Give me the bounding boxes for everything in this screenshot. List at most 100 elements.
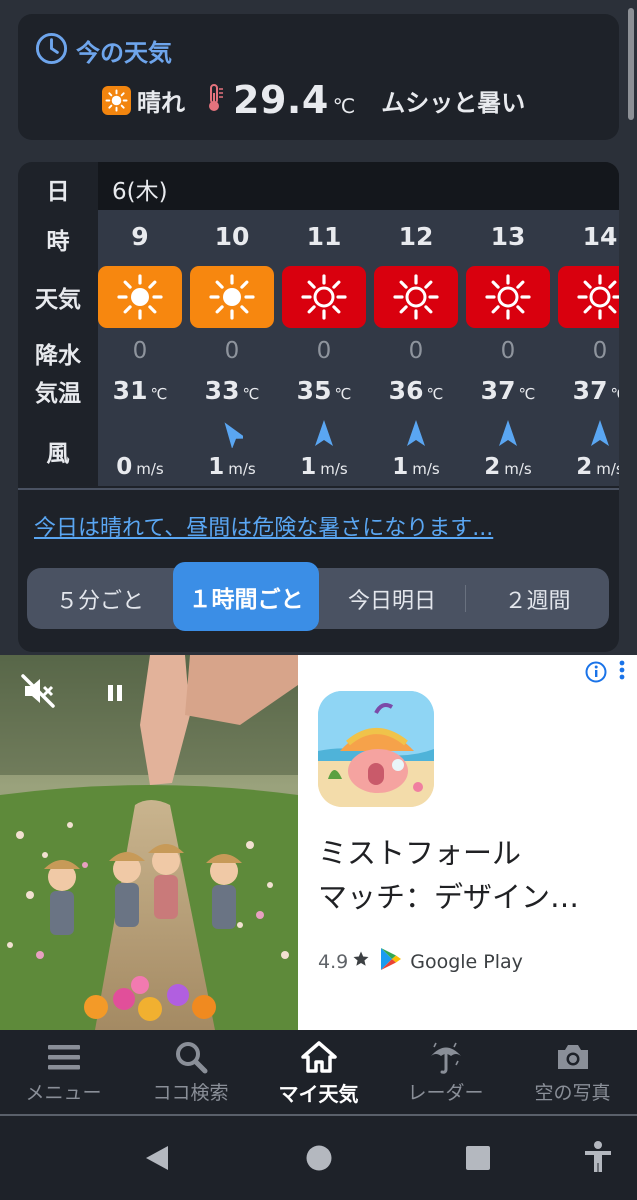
nav-sky-photo-label: 空の写真	[534, 1082, 611, 1104]
hour-label: 11	[306, 222, 342, 251]
wind-direction-icon	[313, 418, 335, 448]
tab-1hour[interactable]: １時間ごと	[173, 562, 319, 631]
wind-speed-value: 1 m/s	[190, 454, 274, 480]
rain-value: 0	[224, 338, 240, 364]
nav-radar-label: レーダー	[407, 1082, 484, 1104]
label-hour: 時	[46, 229, 70, 255]
hour-label: 12	[398, 222, 434, 251]
nav-radar[interactable]: レーダー	[382, 1038, 509, 1105]
ad-video[interactable]	[0, 655, 298, 1030]
tab-5min[interactable]: ５分ごと	[27, 568, 173, 629]
rain-value: 0	[592, 338, 608, 364]
wind-speed-value: 0 m/s	[98, 454, 182, 480]
wind-direction-icon	[221, 418, 247, 449]
interval-tabs: ５分ごと １時間ごと 今日明日 ２週間	[27, 562, 609, 631]
temperature-value: 36 ℃	[374, 376, 458, 405]
hour-column: 14 0 37℃ 2m/s	[558, 210, 619, 486]
home-icon	[255, 1038, 382, 1076]
sunny-weather-icon	[190, 266, 274, 328]
ad-info-icon[interactable]	[585, 661, 607, 687]
current-condition: 晴れ	[137, 88, 185, 117]
temperature-number: 31	[112, 376, 148, 405]
temperature-number: 36	[388, 376, 424, 405]
app-name[interactable]: ミストフォール マッチ：デザイン…	[318, 831, 618, 919]
menu-icon	[0, 1038, 127, 1076]
current-weather-title: 今の天気	[76, 39, 172, 67]
current-temperature: 29.4	[233, 78, 329, 122]
divider	[18, 488, 619, 490]
back-icon[interactable]	[144, 1144, 170, 1176]
temperature-value: 31 ℃	[98, 376, 182, 405]
current-temperature-unit: ℃	[332, 94, 356, 118]
ad-app-panel[interactable]: ミストフォール マッチ：デザイン… 4.9 Google Play	[298, 655, 637, 1030]
wind-direction-icon	[589, 418, 611, 448]
sun-icon	[102, 85, 131, 115]
tab-today-tomorrow[interactable]: 今日明日	[319, 568, 465, 629]
wind-speed-unit: m/s	[504, 460, 532, 478]
temperature-value: 35 ℃	[282, 376, 366, 405]
label-wind: 風	[46, 441, 70, 467]
wind-speed-value: 2m/s	[466, 454, 550, 480]
nav-my-weather-label: マイ天気	[278, 1082, 359, 1106]
temperature-value: 37 ℃	[466, 376, 550, 405]
wind-speed-value: 1 m/s	[374, 454, 458, 480]
rain-value: 0	[132, 338, 148, 364]
label-day: 日	[46, 179, 70, 205]
hour-column: 11 0 35 ℃ 1 m/s	[282, 210, 374, 486]
temperature-number: 33	[204, 376, 240, 405]
wind-speed-value: 1 m/s	[282, 454, 366, 480]
app-icon[interactable]	[318, 691, 434, 807]
label-rain: 降水	[35, 343, 81, 369]
nav-my-weather[interactable]: マイ天気	[255, 1038, 382, 1107]
temperature-value: 33 ℃	[190, 376, 274, 405]
hour-column: 9 0 31 ℃ 0 m/s	[98, 210, 190, 486]
nav-search-label: ココ検索	[152, 1082, 229, 1104]
hour-label: 14	[582, 222, 618, 251]
wind-speed-unit: m/s	[136, 460, 164, 478]
tab-2weeks[interactable]: ２週間	[466, 568, 609, 629]
temperature-unit: ℃	[150, 385, 168, 403]
mute-icon[interactable]	[20, 673, 56, 713]
sunny-weather-icon	[558, 266, 619, 328]
wind-direction-icon	[405, 418, 427, 448]
date-bar: 6(木)	[98, 162, 619, 210]
wind-speed-value: 2m/s	[558, 454, 619, 480]
bottom-navigation: メニュー ココ検索 マイ天気 レーダー 空の写真	[0, 1030, 637, 1116]
temperature-number: 37	[572, 376, 608, 405]
temperature-unit: ℃	[426, 385, 444, 403]
current-weather-card: 今の天気 晴れ 29.4 ℃ ムシッと暑い	[18, 14, 619, 140]
rating-value: 4.9	[318, 950, 349, 973]
hourly-forecast-card: 日 時 天気 降水 気温 風 6(木) 9 0 31 ℃ 0 m/s 10 0 33 ℃ 1 m/s 1…	[18, 162, 619, 652]
temperature-unit: ℃	[610, 385, 619, 403]
recents-icon[interactable]	[465, 1145, 491, 1175]
wind-speed-unit: m/s	[412, 460, 440, 478]
advertisement[interactable]: ミストフォール マッチ：デザイン… 4.9 Google Play	[0, 655, 637, 1030]
rain-value: 0	[408, 338, 424, 364]
current-weather-header: 今の天気	[35, 32, 172, 69]
app-name-line2: マッチ：デザイン…	[318, 880, 580, 914]
accessibility-icon[interactable]	[583, 1140, 613, 1178]
temperature-unit: ℃	[518, 385, 536, 403]
sunny-weather-icon	[98, 266, 182, 328]
temperature-value: 37 ℃	[558, 376, 619, 405]
wind-speed-number: 1	[392, 454, 409, 480]
nav-menu[interactable]: メニュー	[0, 1038, 127, 1105]
more-options-icon[interactable]	[619, 659, 625, 685]
label-weather: 天気	[35, 287, 81, 313]
wind-speed-unit: m/s	[320, 460, 348, 478]
app-rating: 4.9 Google Play	[318, 947, 523, 976]
hour-column: 12 0 36 ℃ 1 m/s	[374, 210, 466, 486]
google-play-icon	[380, 947, 402, 976]
sunny-weather-icon	[374, 266, 458, 328]
nav-search[interactable]: ココ検索	[127, 1038, 254, 1105]
umbrella-icon	[382, 1038, 509, 1076]
forecast-summary-link[interactable]: 今日は晴れて、昼間は危険な暑さになります...	[34, 510, 493, 542]
pause-icon[interactable]	[104, 682, 126, 708]
sunny-weather-icon	[466, 266, 550, 328]
scrollbar[interactable]	[628, 8, 634, 120]
temperature-number: 37	[480, 376, 516, 405]
wind-speed-number: 2	[484, 454, 501, 480]
rain-value: 0	[316, 338, 332, 364]
nav-sky-photo[interactable]: 空の写真	[509, 1038, 636, 1105]
home-button-icon[interactable]	[305, 1144, 333, 1176]
